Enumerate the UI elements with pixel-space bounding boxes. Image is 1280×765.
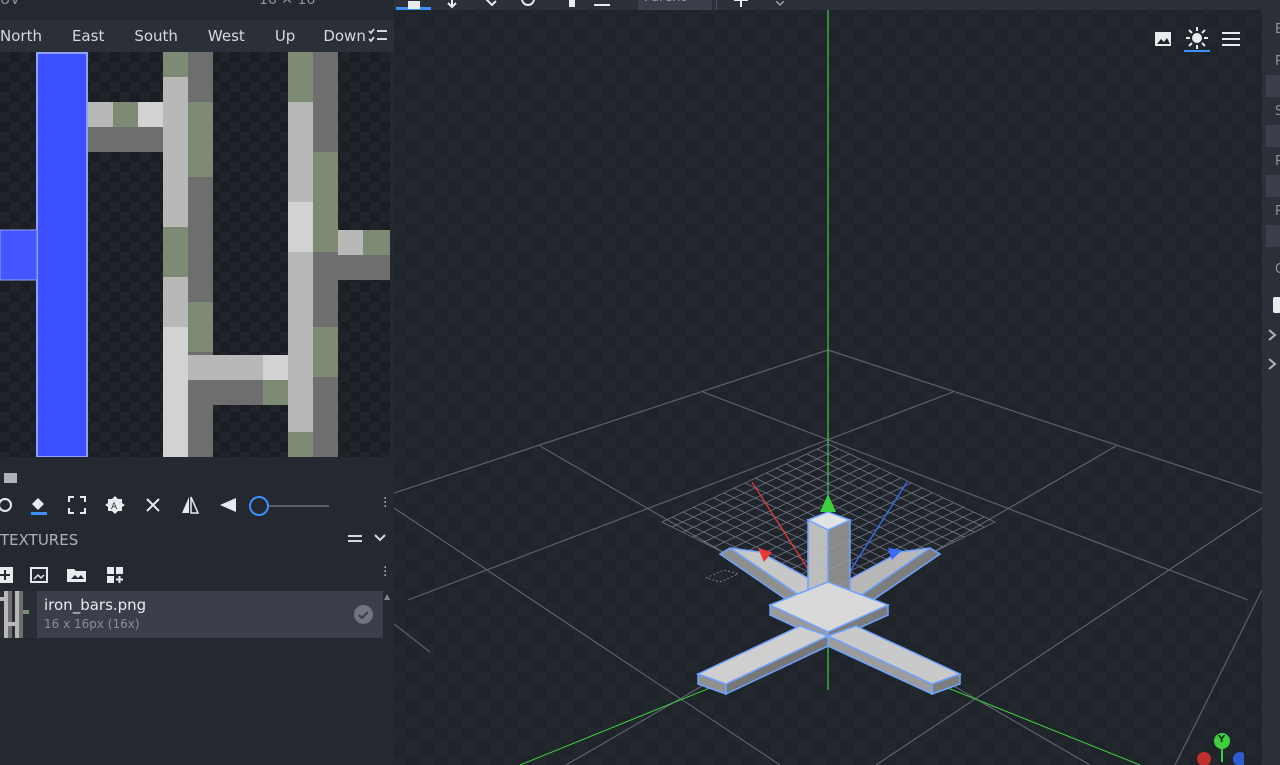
- textures-header: TEXTURES: [0, 530, 394, 552]
- svg-text:A: A: [111, 502, 118, 512]
- create-atlas-icon[interactable]: [104, 564, 126, 586]
- uv-more-icon[interactable]: · · ·: [383, 492, 387, 514]
- open-folder-icon[interactable]: [66, 564, 88, 586]
- chevron-right-icon[interactable]: [1266, 327, 1278, 346]
- scroll-up-arrow[interactable]: ▲: [384, 592, 390, 601]
- rotation-field[interactable]: [1266, 225, 1280, 247]
- uv-panel-title: UV: [0, 0, 20, 8]
- right-panel-label-0: E: [1275, 22, 1280, 37]
- tab-east[interactable]: East: [72, 22, 104, 50]
- right-panel: E P S P R O: [1262, 0, 1280, 765]
- orientation-gizmo[interactable]: Y: [1194, 732, 1247, 765]
- gizmo-y-label: Y: [1218, 734, 1226, 745]
- viewport-icons: [1150, 26, 1244, 52]
- top-toolbar: Parent: [394, 0, 1262, 10]
- add-texture-icon[interactable]: [0, 564, 16, 586]
- texture-name: iron_bars.png: [44, 596, 147, 614]
- uv-size-label[interactable]: 16 ✕ 16: [259, 0, 315, 8]
- position-field[interactable]: [1266, 75, 1280, 97]
- tab-south[interactable]: South: [134, 22, 178, 50]
- image-icon[interactable]: [1150, 26, 1176, 52]
- texture-thumbnail: [0, 591, 37, 638]
- viewport-scene: [394, 10, 1262, 765]
- clear-icon[interactable]: [142, 494, 164, 516]
- auto-uv-icon[interactable]: A: [104, 494, 126, 516]
- tab-down[interactable]: Down: [323, 22, 366, 50]
- texture-list-item[interactable]: iron_bars.png 16 x 16px (16x): [0, 591, 383, 638]
- uv-editor-canvas[interactable]: [0, 52, 390, 457]
- tab-west[interactable]: West: [208, 22, 245, 50]
- rotate-tool-icon[interactable]: [484, 0, 498, 10]
- face-select-icon[interactable]: [368, 26, 388, 46]
- left-panel: UV 16 ✕ 16 North East South West Up Down: [0, 0, 394, 765]
- face-tabs: North East South West Up Down: [0, 20, 394, 52]
- 3d-viewport[interactable]: Y: [394, 10, 1262, 765]
- uv-zoom-slider-handle[interactable]: [249, 496, 269, 516]
- tab-up[interactable]: Up: [275, 22, 296, 50]
- textures-title: TEXTURES: [0, 531, 79, 549]
- chevron-down-icon[interactable]: [373, 530, 387, 550]
- transform-space-icon[interactable]: [594, 0, 618, 10]
- move-tool-icon[interactable]: [408, 0, 420, 10]
- pivot-field[interactable]: [1266, 175, 1280, 197]
- right-panel-label-1: P: [1275, 54, 1280, 69]
- sun-icon[interactable]: [1184, 26, 1210, 52]
- right-panel-label-2: S: [1275, 104, 1280, 119]
- pivot-mode-select[interactable]: Parent: [638, 0, 712, 10]
- panel-layout-icon[interactable]: [347, 530, 363, 550]
- resize-tool-icon[interactable]: [446, 0, 458, 10]
- rotate-icon[interactable]: [0, 494, 18, 516]
- paint-bucket-icon[interactable]: [28, 494, 50, 516]
- uv-zoom-slider[interactable]: [259, 505, 329, 507]
- outliner-toggle-icon[interactable]: [1273, 297, 1280, 313]
- import-texture-icon[interactable]: [28, 564, 50, 586]
- mirror-y-icon[interactable]: [217, 494, 239, 516]
- tab-north[interactable]: North: [0, 22, 42, 50]
- texture-info: 16 x 16px (16x): [44, 617, 140, 631]
- texture-selected-check-icon[interactable]: [354, 605, 373, 624]
- textures-more-icon[interactable]: · · ·: [383, 561, 387, 583]
- mirror-x-icon[interactable]: [179, 494, 201, 516]
- size-field[interactable]: [1266, 125, 1280, 147]
- menu-icon[interactable]: [1218, 26, 1244, 52]
- maximize-icon[interactable]: [66, 494, 88, 516]
- chevron-right-icon[interactable]: [1266, 356, 1278, 375]
- pivot-tool-icon[interactable]: [520, 0, 536, 10]
- toolbar-divider: [716, 0, 717, 10]
- vertex-snap-icon[interactable]: [569, 0, 577, 10]
- right-panel-label-3: P: [1275, 154, 1280, 169]
- right-panel-label-4: R: [1275, 204, 1280, 219]
- add-element-icon[interactable]: [734, 0, 748, 10]
- uv-texture-preview: [0, 52, 390, 457]
- right-panel-label-5: O: [1275, 262, 1280, 277]
- uv-snap-icon[interactable]: [0, 466, 22, 488]
- add-element-dropdown-icon[interactable]: [775, 0, 785, 10]
- uv-panel-header: UV 16 ✕ 16: [0, 0, 394, 10]
